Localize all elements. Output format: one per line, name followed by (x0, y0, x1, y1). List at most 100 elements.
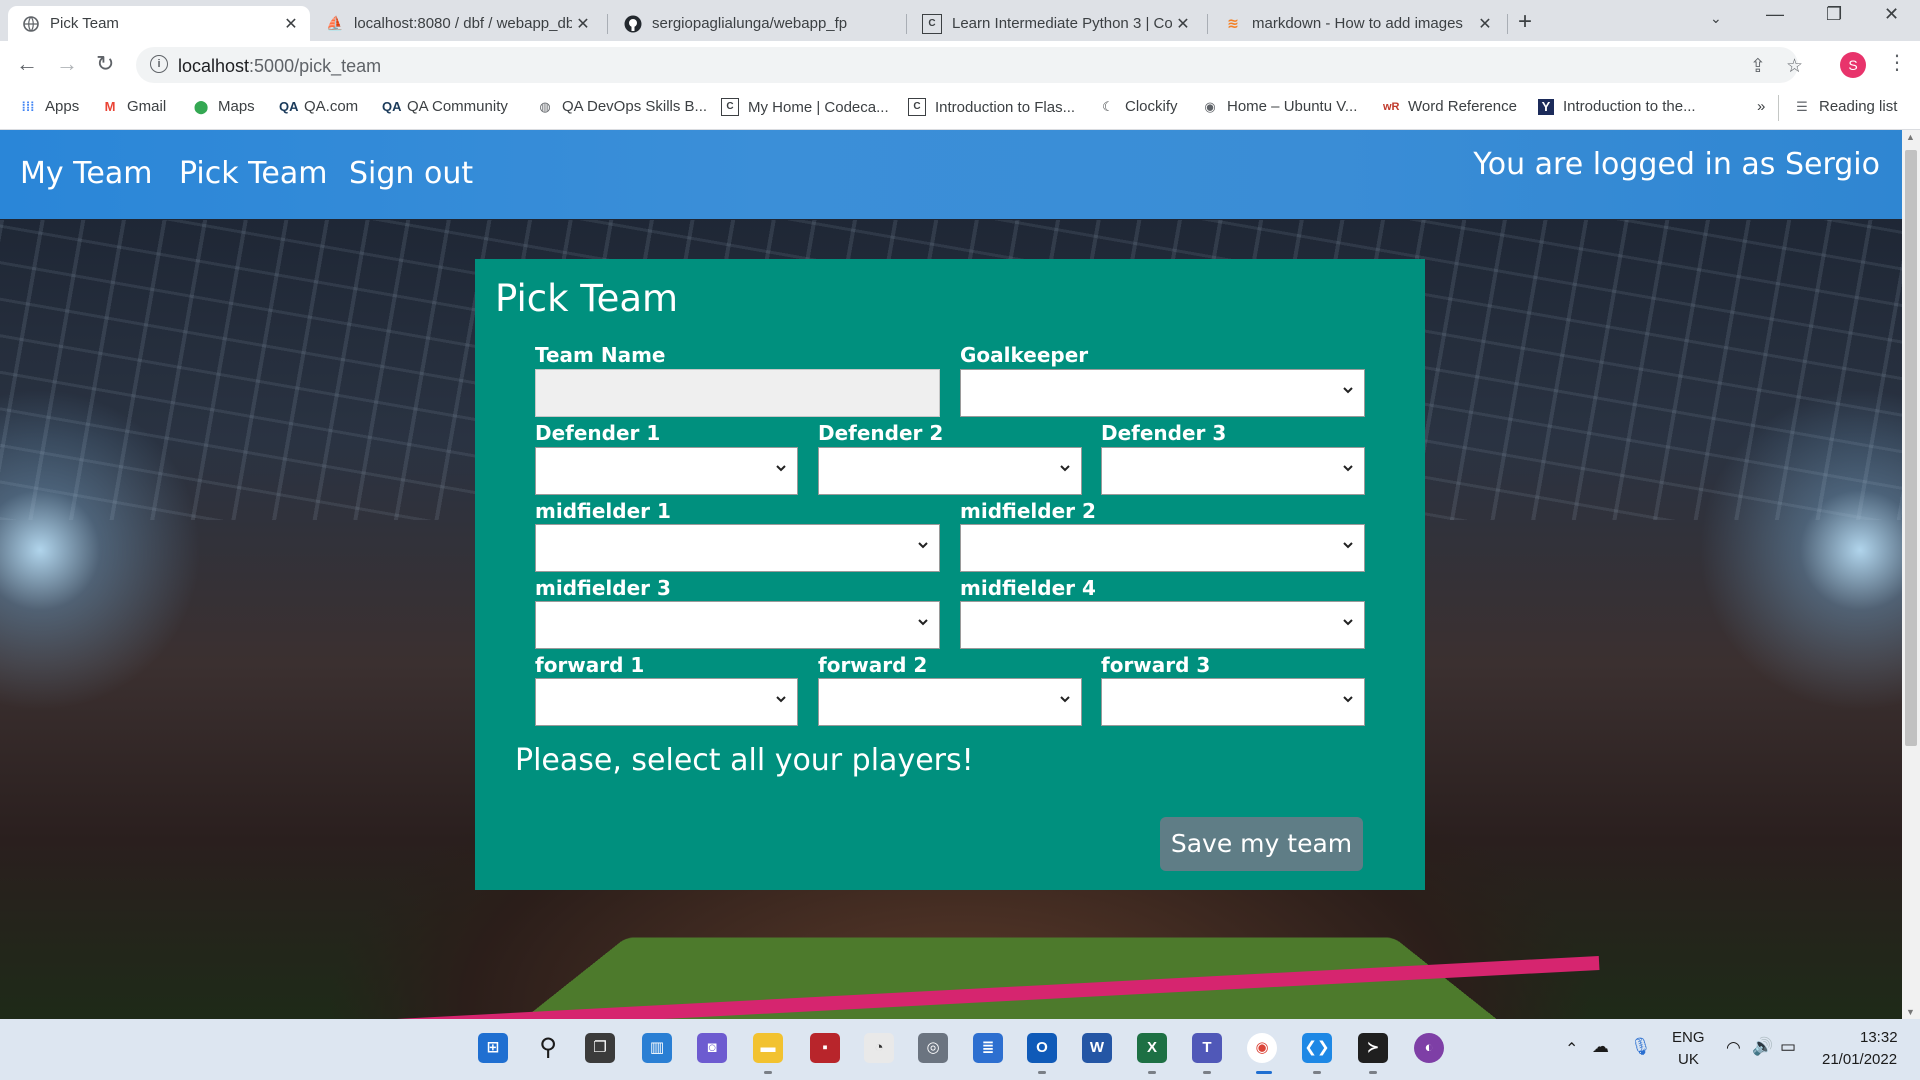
forward-icon[interactable]: → (56, 51, 78, 77)
chevron-down-icon (1343, 619, 1353, 626)
forward3-select[interactable] (1101, 678, 1365, 726)
back-icon[interactable]: ← (16, 51, 38, 77)
teams-icon[interactable]: T (1192, 1033, 1222, 1063)
bookmark-ubuntu[interactable]: ◉ Home – Ubuntu V... (1202, 98, 1357, 115)
file-explorer-icon[interactable]: ▬ (753, 1033, 783, 1063)
volume-icon[interactable]: 🔊 (1752, 1037, 1773, 1057)
bookmark-flask[interactable]: C Introduction to Flas... (908, 98, 1075, 116)
pick-team-form-card: Pick Team Team Name Goalkeeper Defender … (475, 259, 1425, 890)
midfielder3-select[interactable] (535, 601, 940, 649)
outlook-icon[interactable]: O (1027, 1033, 1057, 1063)
chat-icon[interactable]: ◙ (697, 1033, 727, 1063)
forward3-label: forward 3 (1101, 653, 1211, 677)
windows-start-icon[interactable]: ⊞ (478, 1033, 508, 1063)
new-tab-button[interactable]: + (1518, 8, 1532, 36)
tab-stackoverflow[interactable]: ≋ markdown - How to add images ✕ (1210, 6, 1504, 41)
save-team-button[interactable]: Save my team (1160, 817, 1363, 871)
scroll-up-arrow-icon[interactable]: ▲ (1906, 132, 1915, 142)
bookmark-qa-community[interactable]: QA QA Community (382, 98, 508, 115)
chrome-icon[interactable]: ◉ (1247, 1033, 1277, 1063)
close-tab-icon[interactable]: ✕ (572, 14, 594, 34)
app-red-icon[interactable]: ▪ (810, 1033, 840, 1063)
close-tab-icon[interactable]: ✕ (1474, 14, 1496, 34)
address-bar[interactable]: i localhost:5000/pick_team ⇪ ☆ (136, 47, 1803, 83)
more-bookmarks-button[interactable]: » (1757, 98, 1765, 115)
language-indicator[interactable]: ENG (1672, 1029, 1705, 1046)
windows-taskbar: ⊞ ⚲ ❐ ▥ ◙ ▬ ▪ ◔ ◎ ≣ O W X T ◉ ❮❯ ≻ ◐ ⌃ ☁… (0, 1019, 1920, 1080)
defender1-select[interactable] (535, 447, 798, 495)
close-tab-icon[interactable]: ✕ (1172, 14, 1194, 34)
share-icon[interactable]: ⇪ (1750, 55, 1766, 78)
midfielder2-select[interactable] (960, 524, 1365, 572)
tab-phpmyadmin[interactable]: ⛵ localhost:8080 / dbf / webapp_db ✕ (312, 6, 602, 41)
restore-button[interactable]: ❐ (1826, 4, 1842, 25)
onedrive-cloud-icon[interactable]: ☁ (1592, 1037, 1609, 1057)
browser-toolbar: ← → ↻ i localhost:5000/pick_team ⇪ ☆ (0, 41, 1920, 89)
minimize-button[interactable]: — (1766, 4, 1784, 25)
bookmark-codecademy[interactable]: C My Home | Codeca... (721, 98, 889, 116)
tab-pick-team[interactable]: Pick Team ✕ (8, 6, 310, 41)
chevron-down-icon (776, 465, 786, 472)
bookmark-gmail[interactable]: M Gmail (102, 98, 167, 115)
chevron-down-icon (918, 619, 928, 626)
task-view-icon[interactable]: ❐ (585, 1033, 615, 1063)
microphone-icon[interactable]: 🎙 (1630, 1037, 1652, 1057)
globe-icon: ◍ (539, 98, 551, 114)
region-indicator[interactable]: UK (1678, 1051, 1699, 1068)
bookmark-qa-devops[interactable]: ◍ QA DevOps Skills B... (537, 98, 707, 115)
nav-pick-team-link[interactable]: Pick Team (179, 156, 327, 191)
site-info-icon[interactable]: i (150, 55, 168, 73)
defender3-select[interactable] (1101, 447, 1365, 495)
reading-list-button[interactable]: ☰ Reading list (1794, 98, 1897, 115)
tray-chevron-icon[interactable]: ⌃ (1565, 1039, 1578, 1059)
wifi-icon[interactable]: ◠ (1726, 1038, 1741, 1058)
tab-title: sergiopaglialunga/webapp_fp (652, 15, 848, 32)
tab-search-chevron-icon[interactable]: ⌄ (1710, 10, 1722, 27)
scroll-down-arrow-icon[interactable]: ▼ (1906, 1007, 1915, 1017)
camera-icon[interactable]: ◎ (918, 1033, 948, 1063)
browser-menu-icon[interactable]: ⋮ (1887, 50, 1907, 75)
clock-time[interactable]: 13:32 (1860, 1029, 1898, 1046)
widgets-icon[interactable]: ▥ (642, 1033, 672, 1063)
close-window-button[interactable]: ✕ (1884, 4, 1899, 25)
github-desktop-icon[interactable]: ◐ (1414, 1033, 1444, 1063)
defender2-select[interactable] (818, 447, 1082, 495)
goalkeeper-select[interactable] (960, 369, 1365, 417)
reload-icon[interactable]: ↻ (96, 51, 114, 77)
forward1-select[interactable] (535, 678, 798, 726)
battery-icon[interactable]: ▭ (1780, 1037, 1796, 1057)
nav-sign-out-link[interactable]: Sign out (349, 156, 473, 191)
nav-my-team-link[interactable]: My Team (20, 156, 152, 191)
scrollbar-thumb[interactable] (1905, 150, 1917, 746)
profile-avatar[interactable]: S (1840, 52, 1866, 78)
tab-separator (906, 14, 907, 34)
word-icon[interactable]: W (1082, 1033, 1112, 1063)
bookmark-maps[interactable]: ⬤ Maps (193, 98, 255, 115)
terminal-icon[interactable]: ≻ (1358, 1033, 1388, 1063)
bookmark-introduction[interactable]: Y Introduction to the... (1538, 98, 1696, 115)
tab-codecademy[interactable]: C Learn Intermediate Python 3 | Co ✕ (908, 6, 1202, 41)
vscode-icon[interactable]: ❮❯ (1302, 1033, 1332, 1063)
tab-title: Pick Team (50, 15, 119, 32)
tab-title: localhost:8080 / dbf / webapp_db (354, 15, 572, 32)
clock-app-icon[interactable]: ◔ (864, 1033, 894, 1063)
url-text[interactable]: localhost:5000/pick_team (178, 56, 381, 77)
page-scrollbar[interactable]: ▲ ▼ (1902, 130, 1920, 1019)
midfielder1-select[interactable] (535, 524, 940, 572)
bookmark-star-icon[interactable]: ☆ (1786, 55, 1803, 78)
search-icon[interactable]: ⚲ (533, 1033, 563, 1063)
clock-date[interactable]: 21/01/2022 (1822, 1051, 1897, 1068)
team-name-input[interactable] (535, 369, 940, 417)
qa-icon: QA (279, 98, 299, 114)
tab-github[interactable]: sergiopaglialunga/webapp_fp (610, 6, 900, 41)
bookmark-qa[interactable]: QA QA.com (279, 98, 358, 115)
notepad-icon[interactable]: ≣ (973, 1033, 1003, 1063)
midfielder4-select[interactable] (960, 601, 1365, 649)
bookmark-apps[interactable]: ⁞⁞⁞ Apps (20, 98, 80, 115)
bookmark-wordreference[interactable]: wR Word Reference (1383, 98, 1517, 115)
excel-icon[interactable]: X (1137, 1033, 1167, 1063)
close-tab-icon[interactable]: ✕ (280, 14, 302, 34)
bookmark-clockify[interactable]: ☾ Clockify (1100, 98, 1177, 115)
defender2-label: Defender 2 (818, 421, 944, 445)
forward2-select[interactable] (818, 678, 1082, 726)
